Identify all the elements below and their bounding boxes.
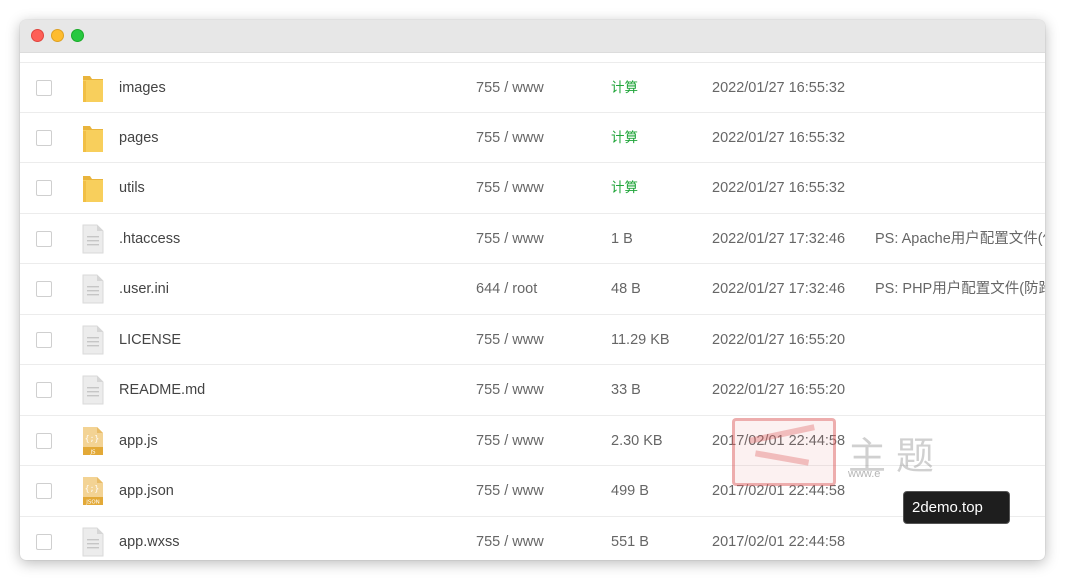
file-row[interactable]: app.wxss 755 / www 551 B 2017/02/01 22:44:5… bbox=[20, 517, 1045, 561]
file-note[interactable]: PS: Apache用户配置文件(伪 bbox=[875, 214, 1045, 264]
row-checkbox[interactable] bbox=[36, 129, 52, 146]
file-row[interactable]: utils 755 / www 计算 2022/01/27 16:55:32 bbox=[20, 163, 1045, 214]
file-modified-time: 2022/01/27 16:55:32 bbox=[712, 129, 846, 146]
file-size: 551 B bbox=[611, 533, 649, 550]
svg-text:JSON: JSON bbox=[85, 500, 100, 506]
calculate-size-link[interactable]: 计算 bbox=[611, 63, 638, 113]
watermark-seal-icon bbox=[732, 418, 836, 486]
file-modified-time: 2022/01/27 16:55:20 bbox=[712, 382, 846, 398]
json-file-icon: {;} JSON bbox=[82, 476, 104, 506]
file-icon bbox=[82, 224, 104, 254]
file-permission[interactable]: 755 / www bbox=[476, 113, 544, 163]
row-checkbox[interactable] bbox=[36, 432, 52, 449]
row-checkbox[interactable] bbox=[36, 281, 52, 297]
file-permission[interactable]: 755 / www bbox=[476, 315, 544, 365]
file-row[interactable]: LICENSE 755 / www 11.29 KB 2022/01/27 16:55… bbox=[20, 315, 1045, 365]
row-checkbox[interactable] bbox=[36, 80, 52, 96]
window-minimize-button[interactable] bbox=[51, 29, 64, 42]
file-name[interactable]: utils bbox=[119, 163, 145, 213]
file-name[interactable]: images bbox=[119, 63, 166, 113]
title-bar bbox=[20, 20, 1045, 53]
folder-icon bbox=[82, 73, 104, 103]
row-checkbox[interactable] bbox=[36, 382, 52, 398]
file-permission[interactable]: 755 / www bbox=[476, 517, 544, 561]
file-modified-time: 2017/02/01 22:44:58 bbox=[712, 533, 846, 550]
file-name[interactable]: pages bbox=[119, 113, 159, 163]
file-permission[interactable]: 755 / www bbox=[476, 365, 544, 415]
window-maximize-button[interactable] bbox=[71, 29, 84, 42]
file-icon bbox=[82, 274, 104, 304]
file-modified-time: 2022/01/27 16:55:32 bbox=[712, 80, 846, 96]
folder-icon bbox=[82, 123, 104, 153]
svg-text:{;}: {;} bbox=[85, 434, 99, 443]
file-name[interactable]: .user.ini bbox=[119, 264, 169, 314]
row-checkbox[interactable] bbox=[36, 331, 52, 348]
file-size: 499 B bbox=[611, 483, 649, 499]
file-icon bbox=[82, 325, 104, 355]
watermark-url: www.e bbox=[848, 468, 881, 480]
file-name[interactable]: app.json bbox=[119, 466, 174, 516]
file-size: 1 B bbox=[611, 230, 633, 247]
file-name[interactable]: app.wxss bbox=[119, 517, 179, 561]
file-modified-time: 2022/01/27 16:55:32 bbox=[712, 180, 846, 196]
file-permission[interactable]: 755 / www bbox=[476, 63, 544, 113]
file-permission[interactable]: 755 / www bbox=[476, 163, 544, 213]
file-permission[interactable]: 755 / www bbox=[476, 466, 544, 516]
file-modified-time: 2022/01/27 16:55:20 bbox=[712, 331, 846, 348]
row-checkbox[interactable] bbox=[36, 230, 52, 247]
window-close-button[interactable] bbox=[31, 29, 44, 42]
file-modified-time: 2022/01/27 17:32:46 bbox=[712, 230, 846, 247]
js-file-icon: {;} JS bbox=[82, 426, 104, 456]
file-row[interactable]: .user.ini 644 / root 48 B 2022/01/27 17:32:… bbox=[20, 264, 1045, 315]
file-icon bbox=[82, 527, 104, 557]
file-row[interactable]: pages 755 / www 计算 2022/01/27 16:55:32 bbox=[20, 113, 1045, 163]
file-row[interactable]: images 755 / www 计算 2022/01/27 16:55:32 bbox=[20, 62, 1045, 113]
file-name[interactable]: LICENSE bbox=[119, 315, 181, 365]
file-permission[interactable]: 644 / root bbox=[476, 264, 537, 314]
file-permission[interactable]: 755 / www bbox=[476, 214, 544, 264]
calculate-size-link[interactable]: 计算 bbox=[611, 113, 638, 163]
file-list: images 755 / www 计算 2022/01/27 16:55:32 page… bbox=[20, 62, 1045, 560]
file-modified-time: 2022/01/27 17:32:46 bbox=[712, 281, 846, 297]
file-name[interactable]: .htaccess bbox=[119, 214, 180, 264]
svg-text:JS: JS bbox=[89, 449, 96, 455]
calculate-size-link[interactable]: 计算 bbox=[611, 163, 638, 213]
file-size: 33 B bbox=[611, 382, 641, 398]
folder-icon bbox=[82, 173, 104, 203]
file-note[interactable]: PS: PHP用户配置文件(防跨站 bbox=[875, 264, 1045, 314]
file-row[interactable]: .htaccess 755 / www 1 B 2022/01/27 17:32:46… bbox=[20, 214, 1045, 264]
file-permission[interactable]: 755 / www bbox=[476, 416, 544, 466]
file-size: 2.30 KB bbox=[611, 432, 663, 449]
file-name[interactable]: README.md bbox=[119, 365, 205, 415]
file-name[interactable]: app.js bbox=[119, 416, 158, 466]
svg-text:{;}: {;} bbox=[85, 484, 99, 493]
row-checkbox[interactable] bbox=[36, 483, 52, 499]
file-size: 11.29 KB bbox=[611, 331, 670, 348]
row-checkbox[interactable] bbox=[36, 533, 52, 550]
file-icon bbox=[82, 375, 104, 405]
file-size: 48 B bbox=[611, 281, 641, 297]
watermark-badge: 2demo.top bbox=[903, 491, 1010, 524]
row-checkbox[interactable] bbox=[36, 180, 52, 196]
file-row[interactable]: README.md 755 / www 33 B 2022/01/27 16:55:2… bbox=[20, 365, 1045, 416]
